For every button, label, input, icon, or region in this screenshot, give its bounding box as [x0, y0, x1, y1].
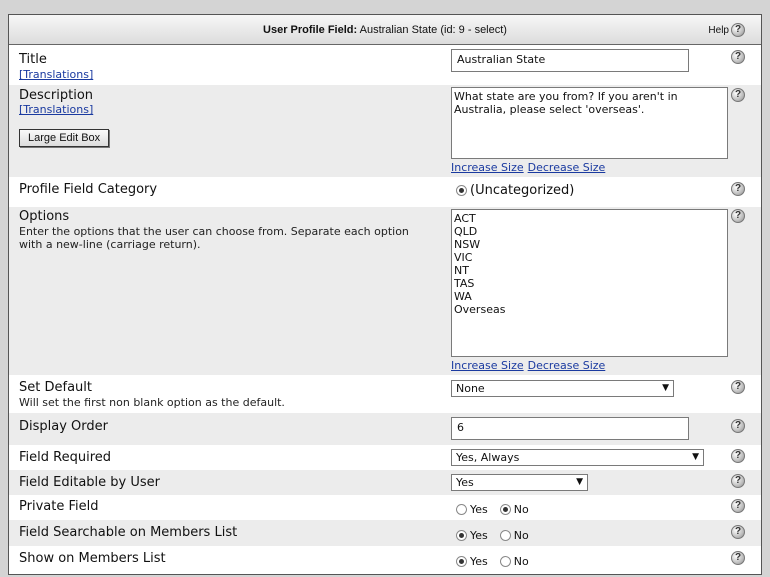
private-yes-radio[interactable] — [456, 504, 467, 515]
field-required-value: Yes, Always — [456, 451, 520, 464]
private-field-help-icon[interactable]: ? — [731, 499, 745, 513]
row-category: Profile Field Category (Uncategorized) ? — [9, 177, 761, 207]
set-default-value: None — [456, 382, 485, 395]
searchable-no-radio[interactable] — [499, 530, 511, 541]
category-help-icon[interactable]: ? — [731, 182, 745, 196]
row-display-order: Display Order 6 ? — [9, 413, 761, 445]
field-editable-label: Field Editable by User — [19, 475, 160, 490]
field-required-help-icon[interactable]: ? — [731, 449, 745, 463]
description-textarea[interactable]: What state are you from? If you aren't i… — [451, 87, 728, 159]
help-button[interactable]: Help ? — [708, 23, 745, 37]
searchable-radio-group: Yes No — [456, 529, 529, 542]
searchable-label: Field Searchable on Members List — [19, 525, 238, 540]
options-description-line2: with a new-line (carriage return). — [19, 238, 201, 251]
help-label: Help — [708, 24, 729, 36]
chevron-down-icon: ▼ — [662, 383, 669, 393]
help-icon: ? — [731, 23, 745, 37]
row-options: Options Enter the options that the user … — [9, 207, 761, 375]
description-label: Description — [19, 88, 94, 103]
field-required-label: Field Required — [19, 450, 111, 465]
options-decrease-size-link[interactable]: Decrease Size — [528, 359, 606, 372]
title-translations-link[interactable]: [Translations] — [19, 68, 93, 81]
chevron-down-icon: ▼ — [576, 477, 583, 487]
show-list-yes-label: Yes — [470, 555, 488, 568]
private-no-label: No — [513, 503, 529, 516]
show-members-list-label: Show on Members List — [19, 551, 166, 566]
category-radio-group: (Uncategorized) — [456, 183, 574, 198]
title-help-icon[interactable]: ? — [731, 50, 745, 64]
description-translations-link[interactable]: [Translations] — [19, 103, 93, 116]
panel-title: User Profile Field: Australian State (id… — [263, 24, 507, 36]
field-editable-help-icon[interactable]: ? — [731, 474, 745, 488]
show-list-no-label: No — [513, 555, 529, 568]
show-list-yes-radio[interactable] — [456, 556, 467, 567]
display-order-input[interactable]: 6 — [451, 417, 689, 440]
field-editable-select[interactable]: Yes ▼ — [451, 474, 588, 491]
description-decrease-size-link[interactable]: Decrease Size — [528, 161, 606, 174]
profile-field-panel: User Profile Field: Australian State (id… — [8, 14, 762, 575]
row-field-editable: Field Editable by User Yes ▼ ? — [9, 470, 761, 495]
options-increase-size-link[interactable]: Increase Size — [451, 359, 524, 372]
private-yes-label: Yes — [470, 503, 488, 516]
title-input[interactable]: Australian State — [451, 49, 689, 72]
row-description: Description [Translations] Large Edit Bo… — [9, 85, 761, 177]
field-required-select[interactable]: Yes, Always ▼ — [451, 449, 704, 466]
show-members-list-radio-group: Yes No — [456, 555, 529, 568]
show-members-list-help-icon[interactable]: ? — [731, 551, 745, 565]
searchable-yes-radio[interactable] — [456, 530, 467, 541]
set-default-description: Will set the first non blank option as t… — [19, 396, 285, 409]
description-help-icon[interactable]: ? — [731, 88, 745, 102]
display-order-label: Display Order — [19, 419, 108, 434]
private-field-label: Private Field — [19, 499, 99, 514]
description-increase-size-link[interactable]: Increase Size — [451, 161, 524, 174]
searchable-yes-label: Yes — [470, 529, 488, 542]
title-label: Title — [19, 52, 47, 67]
row-searchable: Field Searchable on Members List Yes No … — [9, 520, 761, 546]
options-label: Options — [19, 209, 70, 224]
set-default-help-icon[interactable]: ? — [731, 380, 745, 394]
searchable-help-icon[interactable]: ? — [731, 525, 745, 539]
description-size-links: Increase Size Decrease Size — [451, 161, 609, 174]
options-textarea[interactable]: ACT QLD NSW VIC NT TAS WA Overseas — [451, 209, 728, 357]
set-default-label: Set Default — [19, 380, 92, 395]
category-radio[interactable] — [456, 185, 467, 196]
field-editable-value: Yes — [456, 476, 474, 489]
options-description-line1: Enter the options that the user can choo… — [19, 225, 409, 238]
searchable-no-label: No — [513, 529, 529, 542]
row-set-default: Set Default Will set the first non blank… — [9, 375, 761, 413]
category-label: Profile Field Category — [19, 182, 158, 197]
private-field-radio-group: Yes No — [456, 503, 529, 516]
show-list-no-radio[interactable] — [499, 556, 511, 567]
row-private-field: Private Field Yes No ? — [9, 495, 761, 520]
options-help-icon[interactable]: ? — [731, 209, 745, 223]
display-order-help-icon[interactable]: ? — [731, 419, 745, 433]
chevron-down-icon: ▼ — [692, 452, 699, 462]
large-edit-box-button[interactable]: Large Edit Box — [19, 129, 110, 147]
private-no-radio[interactable] — [499, 504, 511, 515]
row-show-members-list: Show on Members List Yes No ? — [9, 546, 761, 574]
category-option-label: (Uncategorized) — [470, 183, 575, 198]
row-field-required: Field Required Yes, Always ▼ ? — [9, 445, 761, 470]
options-size-links: Increase Size Decrease Size — [451, 359, 609, 372]
panel-header: User Profile Field: Australian State (id… — [9, 15, 761, 45]
set-default-select[interactable]: None ▼ — [451, 380, 674, 397]
